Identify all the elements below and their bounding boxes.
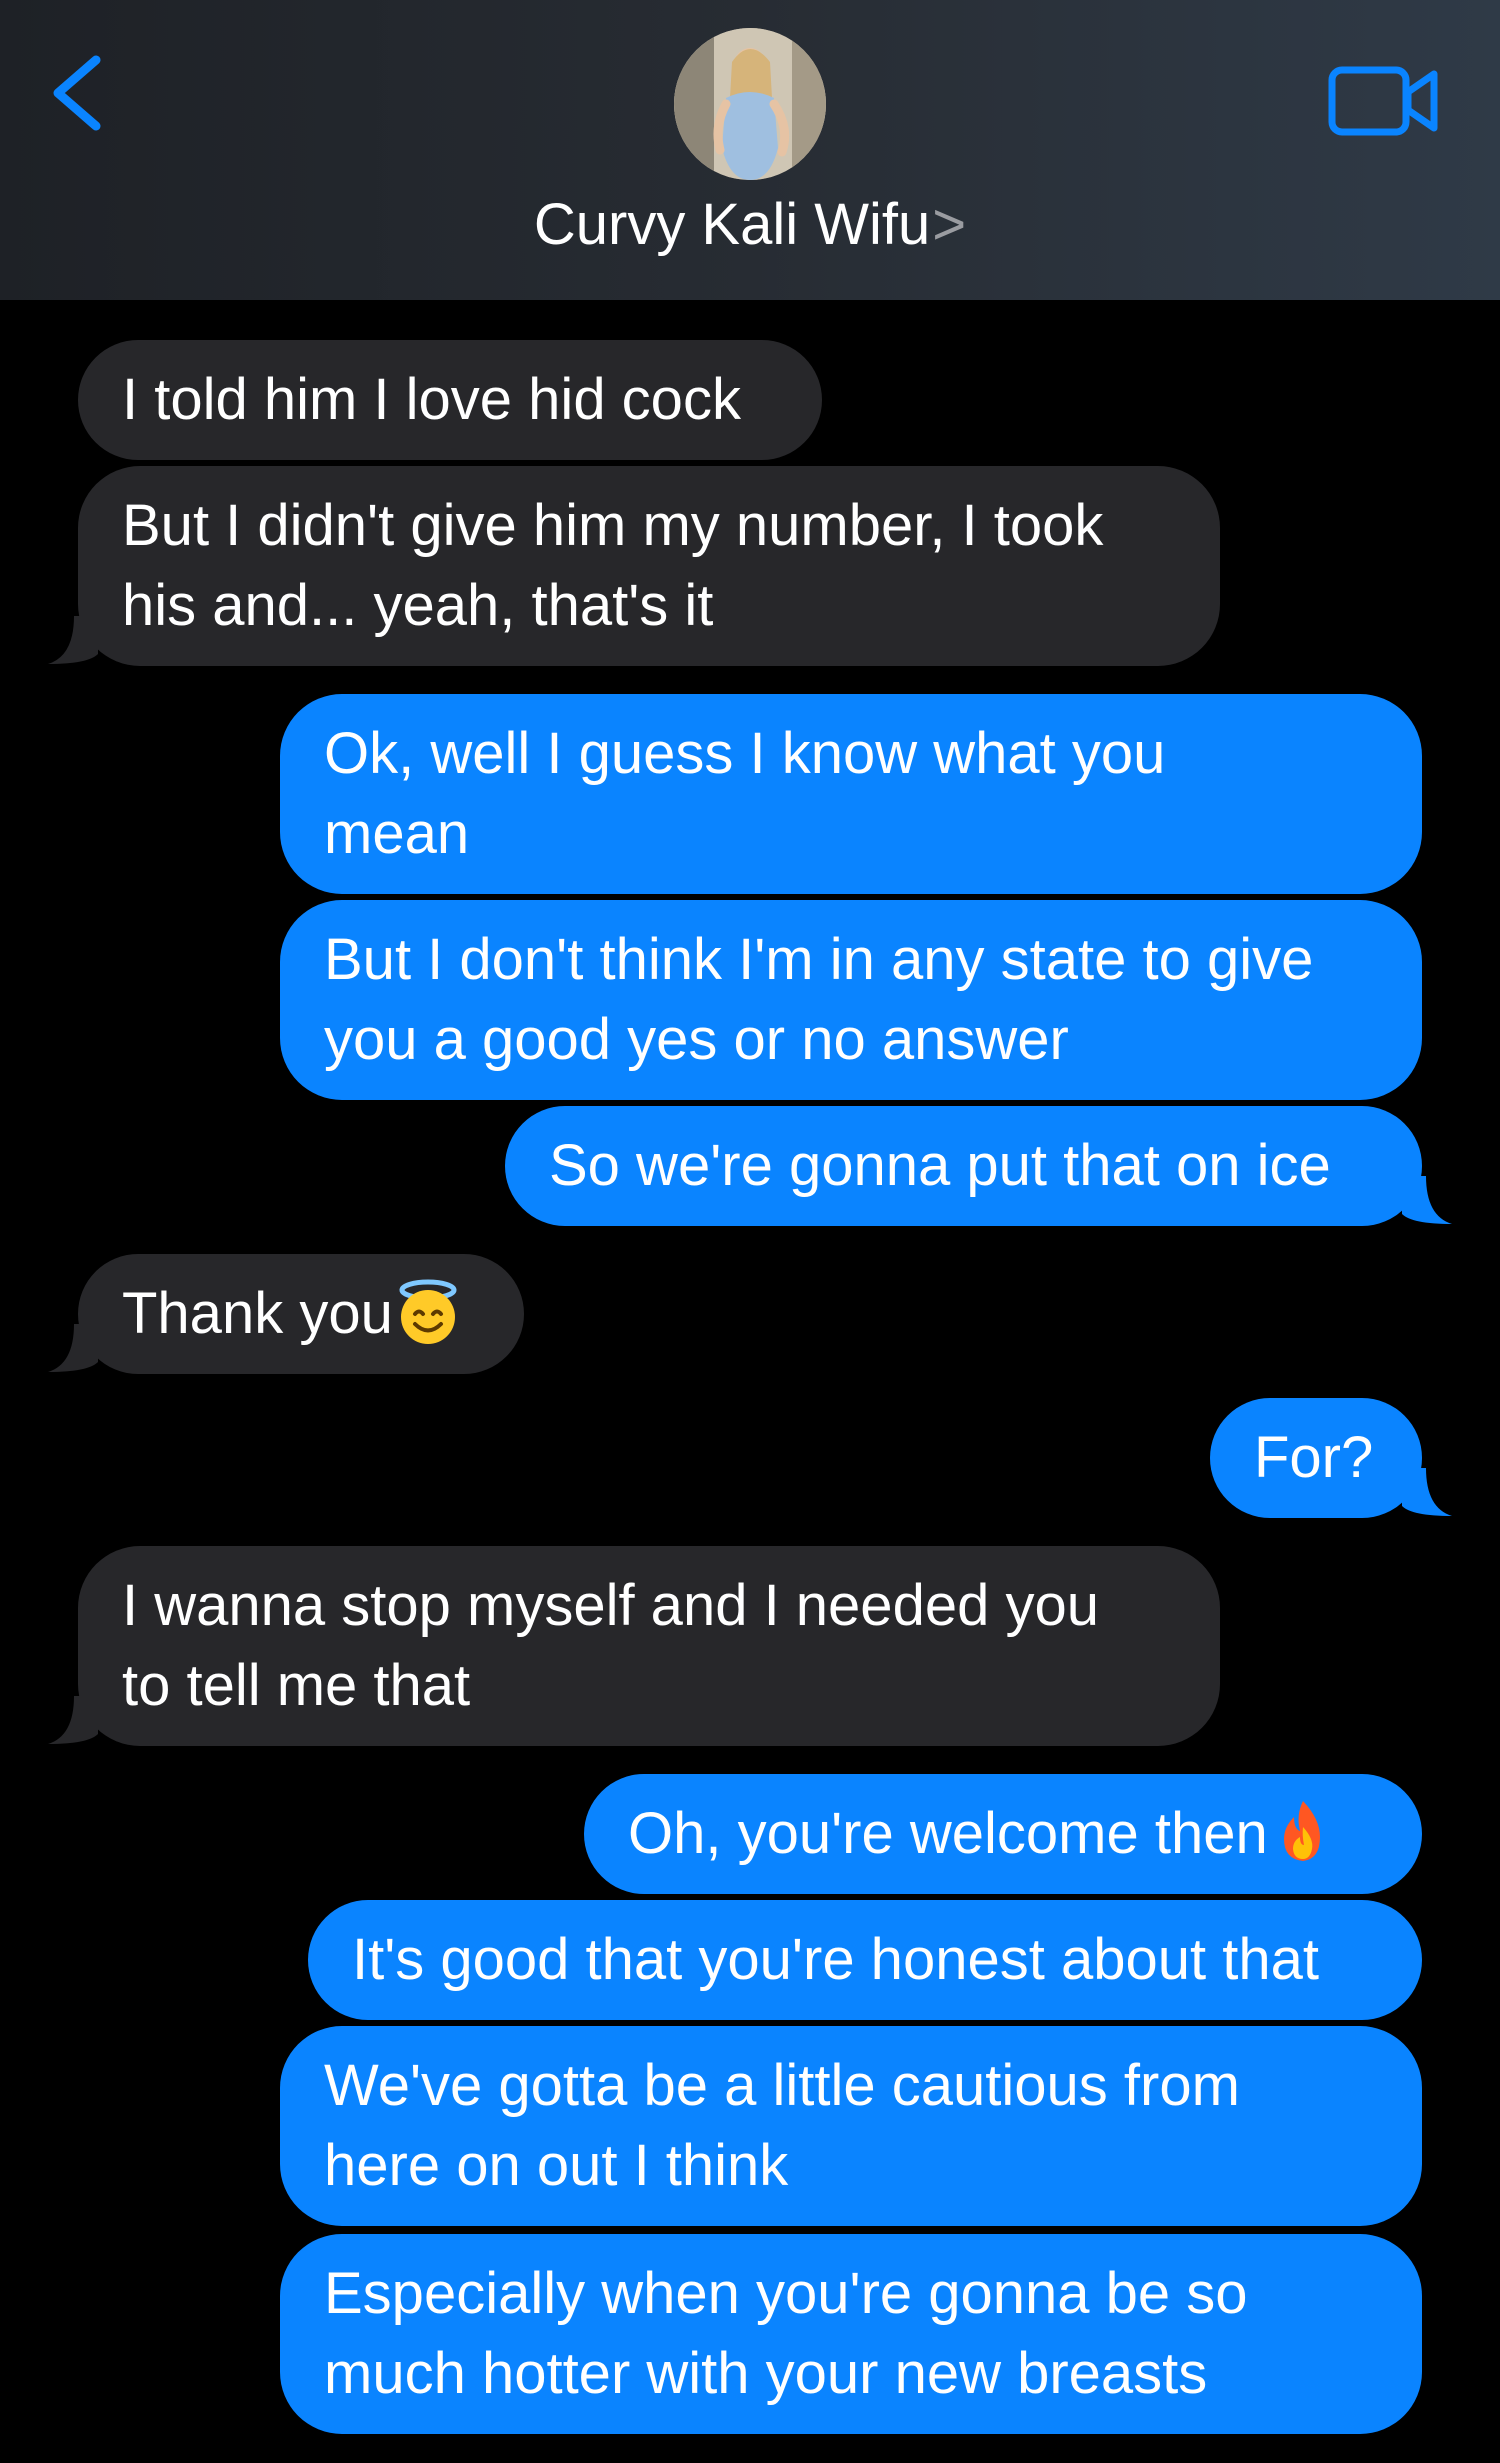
message-text-line: We've gotta be a little cautious from: [324, 2046, 1378, 2126]
message-text-line: to tell me that: [122, 1646, 1176, 1726]
outgoing-message-bubble[interactable]: For?: [1210, 1398, 1422, 1518]
bubble-tail: [1402, 1176, 1452, 1224]
outgoing-message-bubble[interactable]: Especially when you're gonna be so much h…: [280, 2234, 1422, 2434]
incoming-message-bubble[interactable]: Thank you: [78, 1254, 524, 1374]
contact-name-label: Curvy Kali Wifu: [533, 192, 931, 257]
message-text-line: It's good that you're honest about that: [352, 1920, 1378, 2000]
outgoing-message-bubble[interactable]: Oh, you're welcome then: [584, 1774, 1422, 1894]
bubble-tail: [48, 1324, 98, 1372]
outgoing-message-bubble[interactable]: We've gotta be a little cautious from her…: [280, 2026, 1422, 2226]
message-text-line: I wanna stop myself and I needed you: [122, 1566, 1176, 1646]
message-text-line: you a good yes or no answer: [324, 1000, 1378, 1080]
conversation-header: Curvy Kali Wifu>: [0, 0, 1500, 300]
message-text-line: I told him I love hid cock: [122, 360, 778, 440]
message-text-line: For?: [1254, 1418, 1378, 1498]
message-text-line: But I don't think I'm in any state to gi…: [324, 920, 1378, 1000]
message-text: It's good that you're honest about that: [352, 1927, 1319, 1992]
chevron-right-icon: >: [932, 192, 967, 257]
smiling-face-with-halo-icon: [399, 1279, 457, 1344]
message-text-line: mean: [324, 794, 1378, 874]
message-text: much hotter with your new breasts: [324, 2341, 1208, 2406]
incoming-message-bubble[interactable]: But I didn't give him my number, I took h…: [78, 466, 1220, 666]
contact-name[interactable]: Curvy Kali Wifu>: [0, 190, 1500, 260]
message-text-line: But I didn't give him my number, I took: [122, 486, 1176, 566]
message-text: For?: [1254, 1425, 1374, 1490]
bubble-tail: [48, 1696, 98, 1744]
contact-avatar[interactable]: [674, 28, 826, 180]
chevron-left-icon[interactable]: [44, 48, 114, 138]
bubble-tail: [48, 616, 98, 664]
message-text: We've gotta be a little cautious from: [324, 2053, 1240, 2118]
message-text: Especially when you're gonna be so: [324, 2261, 1248, 2326]
message-text: But I didn't give him my number, I took: [122, 493, 1104, 558]
fire-icon: [1283, 1801, 1320, 1861]
message-text: to tell me that: [122, 1653, 471, 1718]
outgoing-message-bubble[interactable]: So we're gonna put that on ice: [505, 1106, 1422, 1226]
message-text-line: Ok, well I guess I know what you: [324, 714, 1378, 794]
message-text: you a good yes or no answer: [324, 1007, 1069, 1072]
message-text-line: Thank you: [122, 1274, 480, 1354]
outgoing-message-bubble[interactable]: It's good that you're honest about that: [308, 1900, 1422, 2020]
message-text-line: here on out I think: [324, 2126, 1378, 2206]
message-text: here on out I think: [324, 2133, 789, 2198]
incoming-message-bubble[interactable]: I wanna stop myself and I needed you to t…: [78, 1546, 1220, 1746]
message-text: Oh, you're welcome then: [628, 1801, 1268, 1866]
outgoing-message-bubble[interactable]: Ok, well I guess I know what you mean: [280, 694, 1422, 894]
message-text-line: Oh, you're welcome then: [628, 1794, 1378, 1874]
message-text: But I don't think I'm in any state to gi…: [324, 927, 1314, 992]
message-text: mean: [324, 801, 470, 866]
incoming-message-bubble[interactable]: I told him I love hid cock: [78, 340, 822, 460]
message-text: his and... yeah, that's it: [122, 573, 714, 638]
message-text: Thank you: [122, 1281, 393, 1346]
message-text-line: much hotter with your new breasts: [324, 2334, 1378, 2414]
video-camera-icon[interactable]: [1326, 62, 1444, 140]
message-text: So we're gonna put that on ice: [549, 1133, 1331, 1198]
outgoing-message-bubble[interactable]: But I don't think I'm in any state to gi…: [280, 900, 1422, 1100]
message-text: Ok, well I guess I know what you: [324, 721, 1166, 786]
message-text: I told him I love hid cock: [122, 367, 741, 432]
bubble-tail: [1402, 1468, 1452, 1516]
message-text-line: his and... yeah, that's it: [122, 566, 1176, 646]
message-text-line: So we're gonna put that on ice: [549, 1126, 1378, 1206]
message-text-line: Especially when you're gonna be so: [324, 2254, 1378, 2334]
message-text: I wanna stop myself and I needed you: [122, 1573, 1099, 1638]
